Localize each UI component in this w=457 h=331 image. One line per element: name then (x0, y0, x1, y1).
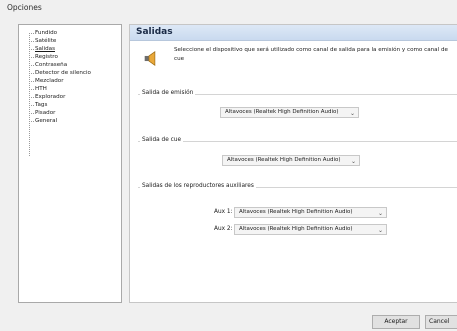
tree-item-general[interactable]: General (28, 117, 57, 125)
panel-header: Salidas (130, 25, 457, 41)
tree-item-explorador[interactable]: Explorador (28, 93, 65, 101)
tree-item-contrasena[interactable]: Contraseña (28, 61, 67, 69)
panel-title: Salidas (136, 27, 173, 37)
tree-item-mezclador[interactable]: Mezclador (29, 77, 64, 85)
tree-connector (29, 33, 30, 156)
tree-item-salidas[interactable]: Salidas (29, 45, 55, 53)
aux2-device-select[interactable]: Altavoces (Realtek High Definition Audio… (234, 224, 387, 235)
speaker-icon (144, 51, 156, 66)
emision-device-value: Altavoces (Realtek High Definition Audio… (225, 109, 339, 115)
aux1-label: Aux 1: (214, 209, 233, 215)
panel-description: Seleccione el dispositivo que será utili… (174, 47, 448, 62)
chevron-down-icon: ⌄ (349, 110, 355, 117)
settings-panel: Salidas Seleccione el dispositivo que se… (129, 24, 457, 303)
tree-item-hth[interactable]: HTH (29, 85, 47, 93)
tree-item-registro[interactable]: Registro (29, 53, 58, 61)
group-label-cue: Salida de cue (140, 136, 184, 144)
options-tree[interactable]: Fundido Satélite Salidas Registro Contra… (18, 24, 122, 303)
group-salidas-auxiliares: Salidas de los reproductores auxiliares (138, 182, 457, 258)
chevron-down-icon: ⌄ (377, 210, 383, 217)
group-label-aux: Salidas de los reproductores auxiliares (140, 182, 256, 190)
tree-item-tags[interactable]: Tags (28, 101, 47, 109)
chevron-down-icon: ⌄ (377, 227, 383, 234)
cue-device-value: Altavoces (Realtek High Definition Audio… (227, 157, 341, 163)
aux1-device-select[interactable]: Altavoces (Realtek High Definition Audio… (234, 207, 387, 218)
accept-button[interactable]: Aceptar (372, 315, 420, 329)
emision-device-select[interactable]: Altavoces (Realtek High Definition Audio… (220, 107, 359, 118)
aux1-device-value: Altavoces (Realtek High Definition Audio… (239, 209, 353, 215)
tree-item-detector-silencio[interactable]: Detector de silencio (29, 69, 91, 77)
cue-device-select[interactable]: Altavoces (Realtek High Definition Audio… (222, 155, 360, 166)
group-label-emision: Salida de emisión (140, 89, 196, 97)
tree-item-satelite[interactable]: Satélite (28, 37, 56, 45)
window-title: Opciones (7, 3, 42, 12)
tree-item-fundido[interactable]: Fundido (28, 29, 57, 37)
tree-item-pisador[interactable]: Pisador (28, 109, 55, 117)
aux2-label: Aux 2: (214, 226, 233, 232)
cancel-button[interactable]: Cancel (425, 315, 457, 329)
chevron-down-icon: ⌄ (350, 158, 356, 165)
aux2-device-value: Altavoces (Realtek High Definition Audio… (239, 226, 353, 232)
